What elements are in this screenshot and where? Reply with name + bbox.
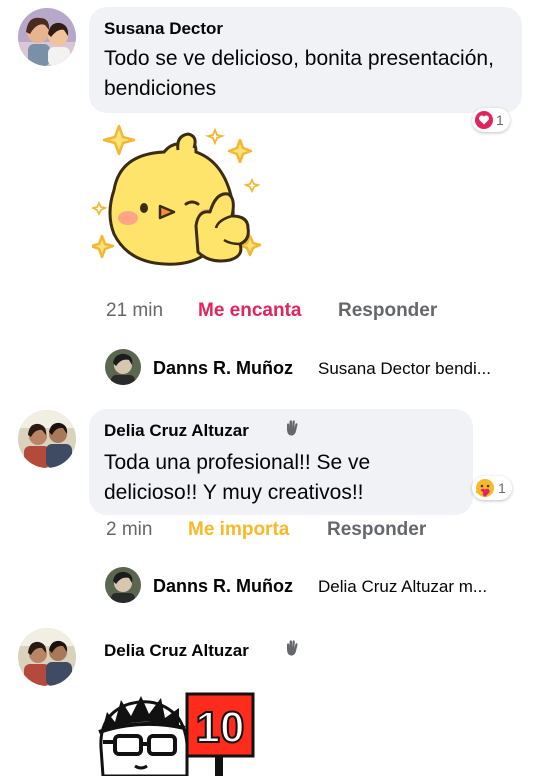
- waving-hand-icon: [287, 420, 298, 436]
- comment-time[interactable]: 21 min: [106, 300, 163, 322]
- reply-author[interactable]: Danns R. Muñoz: [153, 576, 293, 597]
- comment-text: Todo se ve delicioso, bonita presentació…: [104, 47, 494, 100]
- comment-author[interactable]: Delia Cruz Altuzar: [104, 641, 249, 661]
- reply-preview-text[interactable]: Delia Cruz Altuzar m...: [318, 577, 487, 597]
- reaction-summary[interactable]: 1: [472, 476, 512, 500]
- care-hug-icon: [475, 479, 494, 497]
- comment-author[interactable]: Susana Dector: [104, 19, 223, 39]
- avatar[interactable]: [18, 410, 76, 468]
- comment-time[interactable]: 2 min: [106, 519, 152, 541]
- reply-preview-text[interactable]: Susana Dector bendi...: [318, 359, 491, 379]
- score-ten-sticker: 10: [95, 688, 265, 776]
- chick-thumbs-up-sticker: [89, 118, 267, 278]
- reaction-label-care[interactable]: Me importa: [188, 519, 289, 541]
- reaction-summary[interactable]: 1: [472, 108, 510, 132]
- reply-avatar[interactable]: [105, 349, 141, 385]
- reply-avatar[interactable]: [105, 567, 141, 603]
- reaction-count: 1: [498, 480, 506, 496]
- avatar[interactable]: [18, 628, 76, 686]
- reaction-label-love[interactable]: Me encanta: [198, 300, 301, 322]
- comment-author[interactable]: Delia Cruz Altuzar: [104, 421, 249, 441]
- avatar[interactable]: [18, 8, 76, 66]
- love-heart-icon: [475, 111, 493, 129]
- reply-button[interactable]: Responder: [327, 519, 426, 541]
- waving-hand-icon: [287, 640, 298, 656]
- sticker-sign-text: 10: [196, 703, 245, 752]
- comment-text: Toda una profesional!! Se ve delicioso!!…: [104, 451, 371, 504]
- reply-button[interactable]: Responder: [338, 300, 437, 322]
- reaction-count: 1: [496, 112, 504, 128]
- reply-author[interactable]: Danns R. Muñoz: [153, 358, 293, 379]
